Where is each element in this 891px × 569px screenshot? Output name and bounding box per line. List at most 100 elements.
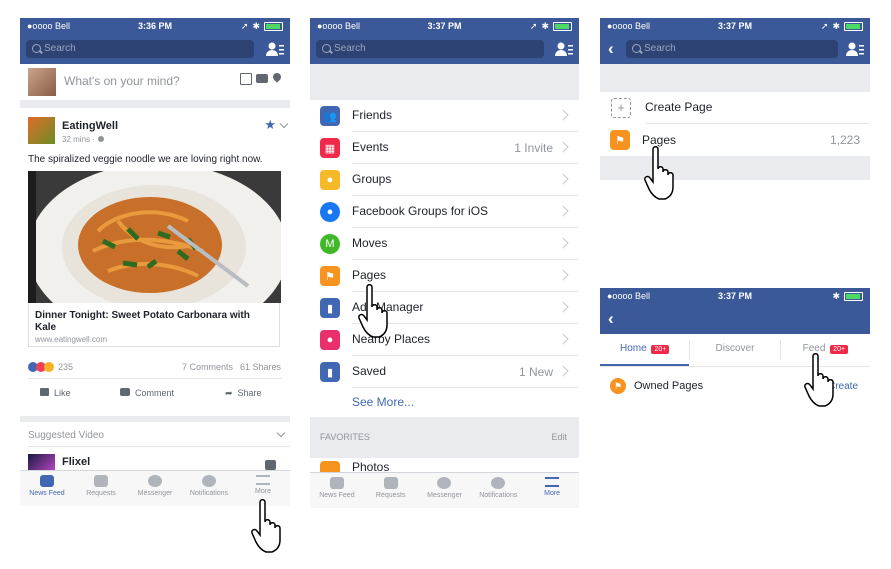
- menu-item-moves[interactable]: M Moves: [310, 228, 579, 260]
- tab-requests[interactable]: Requests: [74, 471, 128, 506]
- menu-item-groups[interactable]: ● Groups: [310, 164, 579, 196]
- chevron-down-icon[interactable]: [276, 428, 286, 438]
- page-avatar[interactable]: [28, 117, 55, 144]
- favorite-item[interactable]: Photos: [310, 458, 579, 472]
- post-author[interactable]: EatingWell: [62, 120, 118, 132]
- globe-icon: [202, 475, 216, 487]
- news-feed-icon: [329, 477, 344, 489]
- location-icon: ➚: [820, 21, 829, 31]
- menu-item-saved[interactable]: ▮ Saved 1 New: [310, 356, 579, 388]
- friend-requests-icon[interactable]: [555, 41, 573, 57]
- screen-news-feed: ●oooo Bell 3:36 PM ➚ ✱ Search What's on y…: [20, 18, 290, 506]
- battery-icon: [553, 22, 572, 31]
- share-button[interactable]: ➦ Share: [225, 388, 262, 399]
- menu-item-friends[interactable]: 👥 Friends: [310, 100, 579, 132]
- screen-more-menu: ●oooo Bell 3:37 PM ➚ ✱ Search 👥 Friends ▦ E…: [310, 18, 579, 508]
- pointing-hand-icon: [644, 146, 674, 200]
- create-page-button[interactable]: + Create Page: [600, 92, 870, 124]
- requests-icon: [94, 475, 108, 487]
- flag-icon: ⚑: [610, 130, 630, 150]
- star-icon[interactable]: ★: [264, 117, 276, 133]
- more-icon: [256, 475, 270, 485]
- favorites-edit-button[interactable]: Edit: [551, 432, 567, 442]
- thumbs-up-icon[interactable]: [265, 460, 276, 470]
- friend-requests-icon[interactable]: [266, 41, 284, 57]
- globe-icon: [491, 477, 506, 489]
- avatar: [28, 68, 56, 96]
- link-title: Dinner Tonight: Sweet Potato Carbonara w…: [35, 310, 250, 333]
- see-more-link[interactable]: See More...: [310, 388, 579, 416]
- share-icon: ➦: [225, 388, 233, 398]
- calendar-icon: ▦: [320, 138, 340, 158]
- post-text: The spiralized veggie noodle we are lovi…: [28, 154, 263, 165]
- menu-item-nearby-places[interactable]: ● Nearby Places: [310, 324, 579, 356]
- tab-messenger[interactable]: Messenger: [418, 473, 472, 508]
- reaction-count[interactable]: 235: [58, 362, 73, 372]
- like-button[interactable]: Like: [40, 388, 71, 398]
- top-nav: ‹: [600, 304, 870, 334]
- location-icon: ➚: [240, 21, 249, 31]
- bluetooth-icon: ✱: [252, 21, 260, 31]
- friend-requests-icon[interactable]: [846, 41, 864, 57]
- edit-icon[interactable]: [240, 73, 252, 85]
- menu-item-groups-ios[interactable]: ● Facebook Groups for iOS: [310, 196, 579, 228]
- pointing-hand-icon: [358, 284, 388, 338]
- search-input[interactable]: Search: [316, 40, 544, 58]
- tab-requests[interactable]: Requests: [364, 473, 418, 508]
- tab-messenger[interactable]: Messenger: [128, 471, 182, 506]
- video-author[interactable]: Flixel: [62, 456, 90, 468]
- pages-menu: + Create Page ⚑ Pages 1,223: [600, 92, 870, 156]
- search-icon: [322, 44, 331, 53]
- chevron-down-icon[interactable]: [279, 119, 289, 129]
- battery-icon: [264, 22, 283, 31]
- messenger-icon: [437, 477, 452, 489]
- thumbs-up-icon: [40, 388, 49, 396]
- search-icon: [632, 44, 641, 53]
- menu-item-events[interactable]: ▦ Events 1 Invite: [310, 132, 579, 164]
- top-nav: ‹ Search: [600, 34, 870, 64]
- link-domain: www.eatingwell.com: [35, 335, 108, 344]
- wow-reaction-icon: [44, 362, 54, 372]
- tab-discover[interactable]: Discover: [689, 340, 781, 360]
- top-nav: Search: [20, 34, 290, 64]
- pointing-hand-icon: [251, 499, 281, 553]
- pages-count: 1,223: [829, 133, 860, 147]
- status-composer[interactable]: What's on your mind?: [20, 64, 290, 100]
- tab-home[interactable]: Home 20+: [600, 334, 690, 366]
- bluetooth-icon: ✱: [541, 21, 549, 31]
- location-pin-icon[interactable]: [271, 71, 283, 83]
- tab-notifications[interactable]: Notifications: [471, 473, 525, 508]
- search-input[interactable]: Search: [626, 40, 838, 58]
- status-bar: ●oooo Bell 3:36 PM ➚ ✱: [20, 18, 290, 34]
- top-nav: Search: [310, 34, 579, 64]
- menu-item-pages[interactable]: ⚑ Pages: [310, 260, 579, 292]
- post-image[interactable]: [28, 171, 281, 303]
- status-bar: ●oooo Bell 3:37 PM ➚ ✱: [310, 18, 579, 34]
- news-feed-icon: [40, 475, 54, 487]
- camera-icon[interactable]: [256, 74, 268, 83]
- bluetooth-icon: ✱: [832, 291, 840, 301]
- favorite-icon: [320, 461, 340, 472]
- battery-icon: [844, 22, 863, 31]
- composer-placeholder: What's on your mind?: [64, 74, 180, 88]
- comments-count[interactable]: 7 Comments: [182, 362, 233, 372]
- bluetooth-icon: ✱: [832, 21, 840, 31]
- requests-icon: [383, 477, 398, 489]
- tab-notifications[interactable]: Notifications: [182, 471, 236, 506]
- shares-count[interactable]: 61 Shares: [240, 362, 281, 372]
- tab-more[interactable]: More: [525, 473, 579, 508]
- back-icon[interactable]: ‹: [608, 40, 614, 58]
- tab-news-feed[interactable]: News Feed: [20, 471, 74, 506]
- menu-item-ads-manager[interactable]: ▮ Ads Manager: [310, 292, 579, 324]
- tab-news-feed[interactable]: News Feed: [310, 473, 364, 508]
- search-input[interactable]: Search: [26, 40, 254, 58]
- pages-item[interactable]: ⚑ Pages 1,223: [600, 124, 870, 156]
- bookmark-icon: ▮: [320, 362, 340, 382]
- status-bar: ●oooo Bell 3:37 PM ➚ ✱: [600, 18, 870, 34]
- comment-button[interactable]: Comment: [120, 388, 174, 398]
- link-preview[interactable]: Dinner Tonight: Sweet Potato Carbonara w…: [28, 303, 280, 347]
- back-icon[interactable]: ‹: [608, 310, 614, 328]
- post-meta: 32 mins ·: [62, 135, 95, 144]
- suggested-video: Suggested Video Flixel: [20, 416, 290, 476]
- pointing-hand-icon: [804, 353, 834, 407]
